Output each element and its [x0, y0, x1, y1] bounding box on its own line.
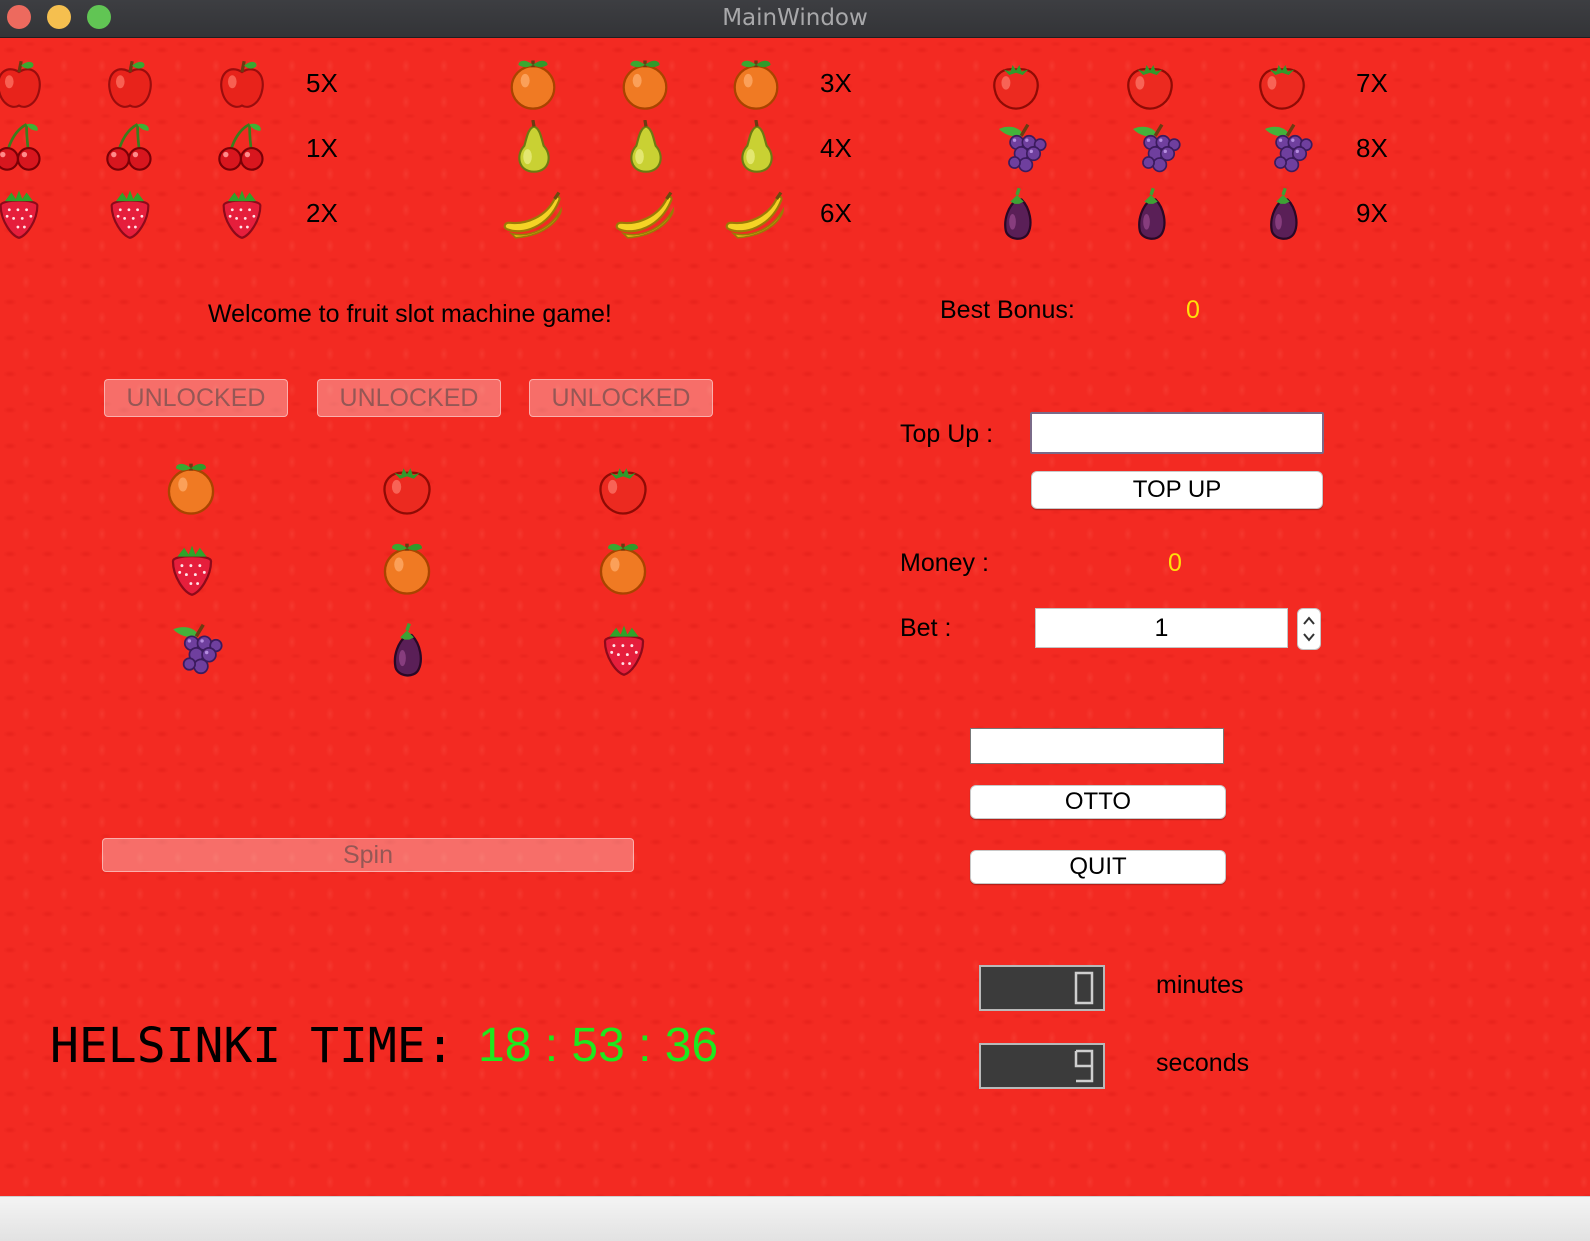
best-bonus-label: Best Bonus:	[940, 296, 1075, 324]
banana-icon	[500, 186, 566, 240]
multiplier-orange: 3X	[820, 68, 852, 98]
tomato-icon	[1122, 56, 1178, 112]
strawberry-icon	[0, 186, 46, 240]
multiplier-pear: 4X	[820, 133, 852, 163]
orange-icon	[162, 458, 220, 518]
clock-time: 18 : 53 : 36	[478, 1019, 719, 1072]
cherry-icon	[215, 120, 269, 174]
status-bar	[0, 1196, 1590, 1241]
eggplant-icon	[384, 620, 430, 680]
strawberry-icon	[164, 540, 220, 598]
eggplant-icon	[1128, 186, 1174, 242]
bet-label: Bet :	[900, 614, 952, 642]
pear-icon	[730, 120, 784, 176]
best-bonus-value: 0	[1186, 296, 1200, 324]
multiplier-grapes: 8X	[1356, 133, 1388, 163]
otto-button[interactable]: OTTO	[970, 785, 1226, 819]
cherry-icon	[103, 120, 157, 174]
tomato-icon	[378, 458, 436, 518]
bet-stepper[interactable]	[1297, 608, 1321, 650]
money-value: 0	[1168, 549, 1182, 577]
grapes-icon	[1124, 120, 1182, 176]
grapes-icon	[990, 120, 1048, 176]
minutes-lcd: 0	[979, 965, 1105, 1011]
banana-icon	[612, 186, 678, 240]
game-area: 5X 1X 2X 3X 4X 6X 7X 8X 9X Welcome to fr…	[0, 38, 1590, 1196]
minutes-label: minutes	[1156, 971, 1244, 999]
spin-button[interactable]: Spin	[102, 838, 634, 872]
tomato-icon	[594, 458, 652, 518]
apple-icon	[103, 58, 157, 112]
orange-icon	[617, 56, 673, 112]
tomato-icon	[1254, 56, 1310, 112]
window-title: MainWindow	[722, 5, 868, 31]
cherry-icon	[0, 120, 46, 174]
pear-icon	[619, 120, 673, 176]
reel-1-lock-button[interactable]: UNLOCKED	[104, 379, 288, 417]
multiplier-eggplant: 9X	[1356, 198, 1388, 228]
grapes-icon	[1256, 120, 1314, 176]
pear-icon	[507, 120, 561, 176]
bet-spinbox[interactable]: 1	[1035, 608, 1288, 648]
seconds-lcd: 9	[979, 1043, 1105, 1089]
welcome-message: Welcome to fruit slot machine game!	[208, 300, 612, 328]
multiplier-strawberry: 2X	[306, 198, 338, 228]
eggplant-icon	[994, 186, 1040, 242]
multiplier-tomato: 7X	[1356, 68, 1388, 98]
eggplant-icon	[1260, 186, 1306, 242]
orange-icon	[505, 56, 561, 112]
seconds-label: seconds	[1156, 1049, 1250, 1077]
lcd-digit-zero	[1074, 971, 1094, 1005]
strawberry-icon	[215, 186, 269, 240]
stepper-arrows-icon	[1303, 616, 1315, 642]
orange-icon	[594, 538, 652, 598]
top-up-input[interactable]	[1030, 412, 1324, 454]
multiplier-banana: 6X	[820, 198, 852, 228]
top-up-label: Top Up :	[900, 420, 994, 448]
apple-icon	[215, 58, 269, 112]
strawberry-icon	[596, 620, 652, 678]
reel-3-lock-button[interactable]: UNLOCKED	[529, 379, 713, 417]
money-label: Money :	[900, 549, 989, 577]
multiplier-apple: 5X	[306, 68, 338, 98]
clock-label: HELSINKI TIME:	[50, 1018, 455, 1074]
lcd-digit-nine	[1074, 1049, 1094, 1083]
apple-icon	[0, 58, 46, 112]
otto-input[interactable]	[970, 728, 1224, 764]
top-up-button[interactable]: TOP UP	[1031, 471, 1323, 509]
multiplier-cherry: 1X	[306, 133, 338, 163]
quit-button[interactable]: QUIT	[970, 850, 1226, 884]
grapes-icon	[164, 618, 224, 680]
orange-icon	[378, 538, 436, 598]
tomato-icon	[988, 56, 1044, 112]
reel-2-lock-button[interactable]: UNLOCKED	[317, 379, 501, 417]
window-titlebar: MainWindow	[0, 0, 1590, 38]
orange-icon	[728, 56, 784, 112]
strawberry-icon	[103, 186, 157, 240]
banana-icon	[722, 186, 788, 240]
